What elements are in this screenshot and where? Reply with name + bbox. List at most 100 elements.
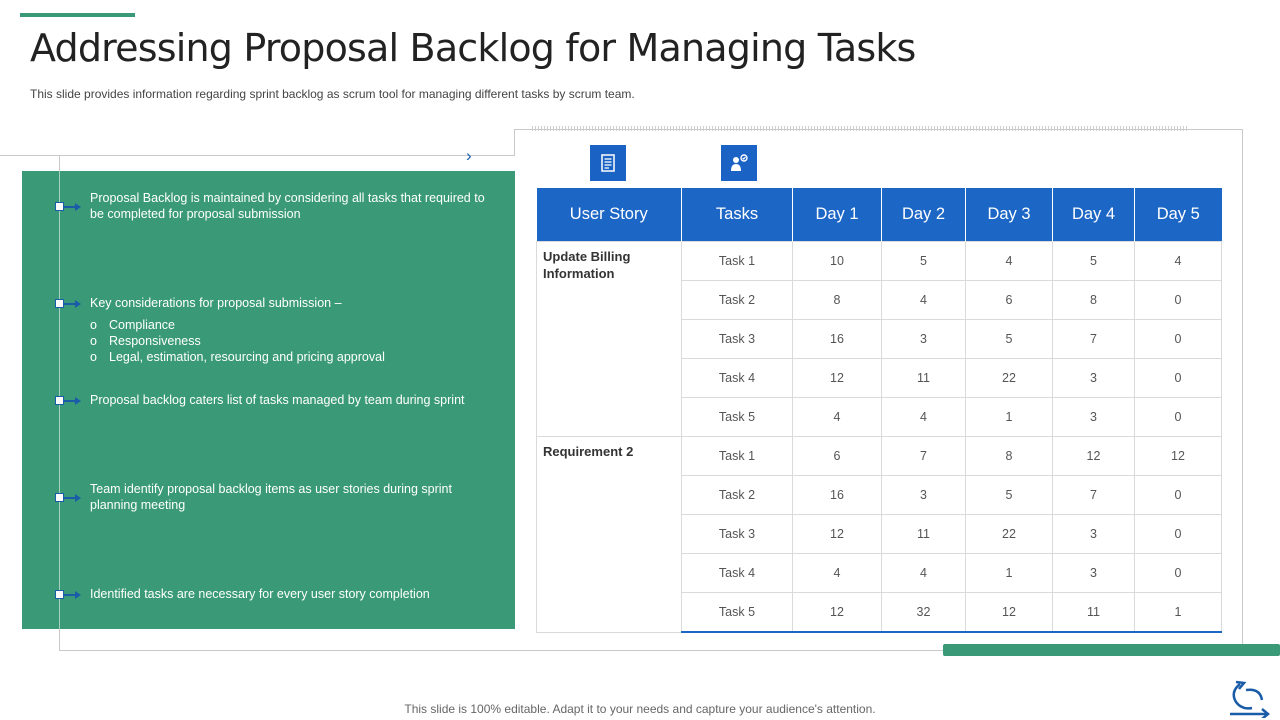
panel-point-4: Team identify proposal backlog items as … <box>90 482 452 512</box>
chevron-right-icon: › <box>466 146 472 165</box>
value-cell: 0 <box>1134 475 1222 515</box>
value-cell: 5 <box>881 241 966 281</box>
value-cell: 0 <box>1134 280 1222 320</box>
sprint-backlog-table: User Story Tasks Day 1 Day 2 Day 3 Day 4… <box>536 188 1222 633</box>
sub-bullet: o <box>90 318 97 332</box>
value-cell: 0 <box>1134 319 1222 359</box>
value-cell: 12 <box>792 358 882 398</box>
value-cell: 5 <box>1052 241 1135 281</box>
value-cell: 0 <box>1134 397 1222 437</box>
arrow-connector-icon <box>64 300 81 308</box>
slide-title: Addressing Proposal Backlog for Managing… <box>30 26 916 70</box>
value-cell: 0 <box>1134 358 1222 398</box>
value-cell: 22 <box>965 514 1053 554</box>
value-cell: 11 <box>881 358 966 398</box>
column-header: User Story <box>536 188 682 242</box>
column-header: Day 2 <box>881 188 966 242</box>
sub-point: o Compliance <box>90 318 176 332</box>
value-cell: 32 <box>881 592 966 633</box>
frame-line-step <box>514 129 515 156</box>
slide-subtitle: This slide provides information regardin… <box>30 87 635 101</box>
value-cell: 3 <box>1052 514 1135 554</box>
value-cell: 1 <box>965 397 1053 437</box>
task-cell: Task 3 <box>681 319 793 359</box>
bullet-marker <box>55 396 64 405</box>
dotted-divider <box>532 126 1187 131</box>
value-cell: 4 <box>881 280 966 320</box>
value-cell: 4 <box>792 553 882 593</box>
frame-line-top-left <box>0 155 515 156</box>
bullet-marker <box>55 493 64 502</box>
value-cell: 5 <box>965 319 1053 359</box>
value-cell: 0 <box>1134 553 1222 593</box>
bullet-marker <box>55 590 64 599</box>
value-cell: 22 <box>965 358 1053 398</box>
value-cell: 8 <box>792 280 882 320</box>
value-cell: 3 <box>881 319 966 359</box>
table-header-row: User Story Tasks Day 1 Day 2 Day 3 Day 4… <box>536 188 1222 242</box>
value-cell: 1 <box>965 553 1053 593</box>
panel-point-2-text: Key considerations for proposal submissi… <box>90 296 342 310</box>
bullet-marker <box>55 299 64 308</box>
column-header: Day 1 <box>792 188 882 242</box>
value-cell: 8 <box>1052 280 1135 320</box>
sub-bullet: o <box>90 350 97 364</box>
table-row: Requirement 2 Task 1 6 7 8 12 12 <box>536 436 1222 633</box>
value-cell: 12 <box>965 592 1053 633</box>
column-header: Day 4 <box>1052 188 1135 242</box>
task-cell: Task 5 <box>681 397 793 437</box>
value-cell: 4 <box>792 397 882 437</box>
value-cell: 4 <box>965 241 1053 281</box>
value-cell: 4 <box>881 397 966 437</box>
value-cell: 6 <box>792 436 882 476</box>
value-cell: 11 <box>881 514 966 554</box>
value-cell: 6 <box>965 280 1053 320</box>
arrow-connector-icon <box>64 591 81 599</box>
column-header: Day 5 <box>1134 188 1222 242</box>
panel-point-5: Identified tasks are necessary for every… <box>90 587 430 601</box>
column-header: Tasks <box>681 188 793 242</box>
value-cell: 4 <box>881 553 966 593</box>
title-accent-bar <box>20 13 135 17</box>
value-cell: 16 <box>792 475 882 515</box>
task-cell: Task 2 <box>681 280 793 320</box>
task-cell: Task 1 <box>681 241 793 281</box>
value-cell: 3 <box>1052 553 1135 593</box>
task-cell: Task 4 <box>681 553 793 593</box>
bullet-marker <box>55 202 64 211</box>
arrow-connector-icon <box>64 203 81 211</box>
frame-line-right <box>1242 129 1243 651</box>
table-row: Update Billing Information Task 1 10 5 4… <box>536 241 1222 437</box>
sub-point: o Legal, estimation, resourcing and prici… <box>90 350 385 364</box>
team-person-icon <box>721 145 757 181</box>
value-cell: 3 <box>1052 358 1135 398</box>
panel-point-1: Proposal Backlog is maintained by consid… <box>90 191 485 221</box>
value-cell: 11 <box>1052 592 1135 633</box>
value-cell: 8 <box>965 436 1053 476</box>
arrow-connector-icon <box>64 494 81 502</box>
user-story-cell: Requirement 2 <box>536 436 682 633</box>
value-cell: 10 <box>792 241 882 281</box>
value-cell: 7 <box>1052 319 1135 359</box>
sub-bullet: o <box>90 334 97 348</box>
task-cell: Task 1 <box>681 436 793 476</box>
value-cell: 16 <box>792 319 882 359</box>
value-cell: 0 <box>1134 514 1222 554</box>
user-story-cell: Update Billing Information <box>536 241 682 437</box>
sub-point: o Responsiveness <box>90 334 201 348</box>
column-header: Day 3 <box>965 188 1053 242</box>
value-cell: 12 <box>1052 436 1135 476</box>
sub-point-list: o Compliance o Responsiveness o Legal, esti… <box>90 317 500 365</box>
value-cell: 12 <box>792 514 882 554</box>
document-icon <box>590 145 626 181</box>
value-cell: 3 <box>1052 397 1135 437</box>
task-cell: Task 2 <box>681 475 793 515</box>
value-cell: 12 <box>1134 436 1222 476</box>
value-cell: 7 <box>881 436 966 476</box>
panel-point-3: Proposal backlog caters list of tasks ma… <box>90 393 465 407</box>
value-cell: 4 <box>1134 241 1222 281</box>
task-cell: Task 3 <box>681 514 793 554</box>
arrow-connector-icon <box>64 397 81 405</box>
value-cell: 7 <box>1052 475 1135 515</box>
value-cell: 3 <box>881 475 966 515</box>
